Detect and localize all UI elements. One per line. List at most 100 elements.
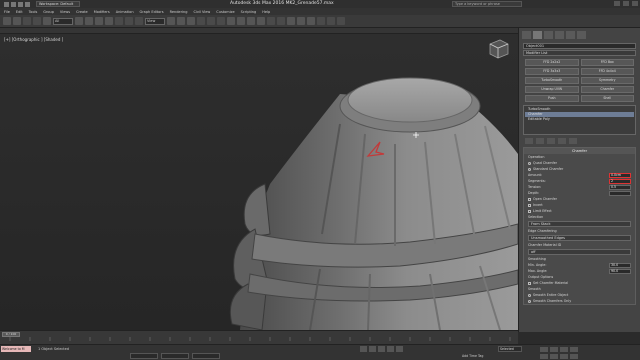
create-tab-icon[interactable] <box>522 31 531 39</box>
modifier-button[interactable]: Push <box>525 95 579 102</box>
key-filter-dropdown[interactable]: Selected <box>498 346 522 352</box>
rendered-frame-icon[interactable] <box>327 17 335 25</box>
named-selection-icon[interactable] <box>237 17 245 25</box>
material-id-dropdown[interactable]: off <box>528 249 631 255</box>
menu-views[interactable]: Views <box>60 10 70 14</box>
menu-rendering[interactable]: Rendering <box>170 10 188 14</box>
save-icon[interactable] <box>25 1 30 7</box>
menu-help[interactable]: Help <box>262 10 270 14</box>
go-to-start-icon[interactable] <box>360 346 367 352</box>
modifier-button[interactable]: FFD 2x2x2 <box>525 59 579 66</box>
timeline[interactable]: 0 / 100 <box>0 330 518 344</box>
remove-modifier-icon[interactable] <box>558 138 566 144</box>
selection-dropdown[interactable]: From Stack <box>528 221 631 227</box>
close-icon[interactable] <box>632 1 638 6</box>
modify-tab-icon[interactable] <box>533 31 542 39</box>
menu-graph-editors[interactable]: Graph Editors <box>140 10 164 14</box>
selection-filter-dropdown[interactable]: All <box>53 17 73 25</box>
select-rotate-icon[interactable] <box>125 17 133 25</box>
play-icon[interactable] <box>378 346 385 352</box>
select-move-icon[interactable] <box>115 17 123 25</box>
window-crossing-icon[interactable] <box>105 17 113 25</box>
menu-modifiers[interactable]: Modifiers <box>94 10 110 14</box>
amount-spinner[interactable]: 0.0cm <box>609 172 631 178</box>
x-coordinate-field[interactable] <box>130 353 158 359</box>
graphite-toolbar-icon[interactable] <box>277 17 285 25</box>
undo-icon[interactable] <box>3 17 11 25</box>
spinner-snap-icon[interactable] <box>227 17 235 25</box>
tension-spinner[interactable]: 0.5 <box>609 184 631 190</box>
object-name-field[interactable]: Object001 <box>523 43 636 49</box>
depth-spinner[interactable] <box>609 190 631 196</box>
link-icon[interactable] <box>23 17 31 25</box>
menu-tools[interactable]: Tools <box>29 10 38 14</box>
zoom-all-icon[interactable] <box>550 347 558 352</box>
maximize-viewport-icon[interactable] <box>570 354 578 359</box>
zoom-extents-all-icon[interactable] <box>570 347 578 352</box>
menu-file[interactable]: File <box>4 10 10 14</box>
menu-scripting[interactable]: Scripting <box>241 10 257 14</box>
select-manipulate-icon[interactable] <box>177 17 185 25</box>
add-time-tag[interactable]: Add Time Tag <box>462 354 483 358</box>
minimize-icon[interactable] <box>614 1 620 6</box>
orbit-icon[interactable] <box>560 354 568 359</box>
z-coordinate-field[interactable] <box>192 353 220 359</box>
percent-snap-icon[interactable] <box>217 17 225 25</box>
curve-editor-icon[interactable] <box>287 17 295 25</box>
layer-explorer-icon[interactable] <box>267 17 275 25</box>
rectangle-selection-icon[interactable] <box>95 17 103 25</box>
configure-sets-icon[interactable] <box>569 138 577 144</box>
previous-frame-icon[interactable] <box>369 346 376 352</box>
make-unique-icon[interactable] <box>547 138 555 144</box>
new-file-icon[interactable] <box>11 1 16 7</box>
redo-icon[interactable] <box>13 17 21 25</box>
next-frame-icon[interactable] <box>387 346 394 352</box>
select-scale-icon[interactable] <box>135 17 143 25</box>
menu-group[interactable]: Group <box>43 10 54 14</box>
render-setup-icon[interactable] <box>317 17 325 25</box>
segments-spinner[interactable]: 2 <box>609 178 631 184</box>
stack-item[interactable]: Editable Poly <box>525 117 634 122</box>
display-tab-icon[interactable] <box>566 31 575 39</box>
menu-edit[interactable]: Edit <box>16 10 23 14</box>
pin-stack-icon[interactable] <box>525 138 533 144</box>
hierarchy-tab-icon[interactable] <box>544 31 553 39</box>
smooth-chamfers-radio[interactable]: Smooth Chamfers Only <box>524 298 635 304</box>
maximize-icon[interactable] <box>623 1 629 6</box>
search-input[interactable]: Type a keyword or phrase <box>452 1 522 7</box>
modifier-list-dropdown[interactable]: Modifier List <box>523 50 636 56</box>
modifier-button[interactable]: TurboSmooth <box>525 77 579 84</box>
zoom-icon[interactable] <box>540 347 548 352</box>
schematic-view-icon[interactable] <box>297 17 305 25</box>
reference-coordinate-dropdown[interactable]: View <box>145 17 165 25</box>
modifier-button[interactable]: FFD 4x4x4 <box>580 68 634 75</box>
unlink-icon[interactable] <box>33 17 41 25</box>
select-by-name-icon[interactable] <box>85 17 93 25</box>
menu-create[interactable]: Create <box>76 10 88 14</box>
viewcube-icon[interactable] <box>489 39 509 59</box>
mirror-icon[interactable] <box>247 17 255 25</box>
modifier-button[interactable]: Shell <box>580 95 634 102</box>
modifier-button[interactable]: Chamfer <box>580 86 634 93</box>
modifier-button[interactable]: FFD Box <box>580 59 634 66</box>
menu-civil-view[interactable]: Civil View <box>193 10 210 14</box>
app-icon[interactable] <box>4 1 9 7</box>
modifier-button[interactable]: Symmetry <box>580 77 634 84</box>
open-file-icon[interactable] <box>18 1 23 7</box>
utilities-tab-icon[interactable] <box>577 31 586 39</box>
go-to-end-icon[interactable] <box>396 346 403 352</box>
maxscript-listener[interactable]: Welcome to M <box>1 346 31 352</box>
viewport[interactable]: [+] [Orthographic ] [Shaded ] <box>0 34 518 330</box>
min-angle-spinner[interactable]: 30.0 <box>609 262 631 268</box>
select-object-icon[interactable] <box>75 17 83 25</box>
keyboard-shortcut-icon[interactable] <box>187 17 195 25</box>
motion-tab-icon[interactable] <box>555 31 564 39</box>
pan-icon[interactable] <box>550 354 558 359</box>
material-editor-icon[interactable] <box>307 17 315 25</box>
edge-chamfering-dropdown[interactable]: Unsmoothed Edges <box>528 235 631 241</box>
y-coordinate-field[interactable] <box>161 353 189 359</box>
menu-customize[interactable]: Customize <box>216 10 234 14</box>
modifier-button[interactable]: FFD 3x3x3 <box>525 68 579 75</box>
show-end-result-icon[interactable] <box>536 138 544 144</box>
workspace-dropdown[interactable]: Workspace: Default <box>36 1 80 7</box>
